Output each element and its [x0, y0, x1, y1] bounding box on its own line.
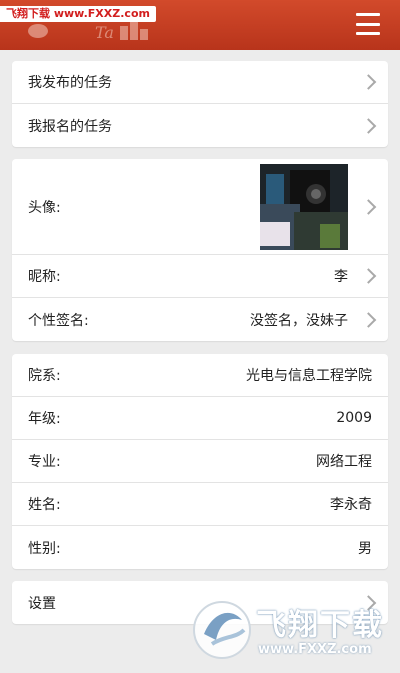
- item-label: 我报名的任务: [28, 118, 112, 135]
- item-label: 设置: [28, 595, 56, 612]
- item-label: 昵称:: [28, 269, 61, 285]
- major-value: 网络工程: [316, 454, 372, 470]
- item-label: 我发布的任务: [28, 75, 112, 91]
- item-label: 年级:: [28, 411, 61, 427]
- menu-icon-bar: [356, 32, 380, 35]
- major-row: 专业: 网络工程: [12, 440, 388, 483]
- grade-row: 年级: 2009: [12, 397, 388, 440]
- name-value: 李永奇: [330, 497, 372, 513]
- chevron-right-icon: [360, 74, 377, 90]
- grade-value: 2009: [336, 410, 372, 426]
- svg-text:Ta: Ta: [95, 23, 114, 42]
- signature-value: 没签名，没妹子: [250, 312, 348, 329]
- my-published-tasks-item[interactable]: 我发布的任务: [12, 61, 388, 104]
- chevron-right-icon: [360, 117, 377, 134]
- item-label: 头像:: [28, 199, 61, 216]
- nickname-item[interactable]: 昵称: 李: [12, 255, 388, 298]
- chevron-right-icon: [360, 268, 377, 284]
- avatar-item[interactable]: 头像:: [12, 159, 388, 255]
- name-row: 姓名: 李永奇: [12, 483, 388, 526]
- menu-icon-bar: [356, 13, 380, 16]
- info-card: 院系: 光电与信息工程学院 年级: 2009 专业: 网络工程 姓名: 李永奇 …: [12, 354, 388, 569]
- profile-card: 头像: 昵称: 李 个性签名: 没签名，没妹子: [12, 159, 388, 341]
- tasks-card: 我发布的任务 我报名的任务: [12, 61, 388, 147]
- watermark-brand: 飞翔下载: [256, 608, 384, 643]
- gender-row: 性别: 男: [12, 526, 388, 569]
- item-label: 个性签名:: [28, 312, 89, 329]
- header-logo-decoration: Ta: [28, 22, 148, 42]
- chevron-right-icon: [360, 311, 377, 328]
- department-row: 院系: 光电与信息工程学院: [12, 354, 388, 397]
- item-label: 性别:: [28, 540, 61, 557]
- gender-value: 男: [358, 540, 372, 557]
- my-signed-up-tasks-item[interactable]: 我报名的任务: [12, 104, 388, 147]
- watermark-url: www.FXXZ.com: [258, 642, 372, 657]
- site-watermark: 飞翔下载 www.FXXZ.com: [190, 590, 400, 669]
- app-header: 飞翔下载 www.FXXZ.com Ta: [0, 0, 400, 50]
- avatar: [260, 163, 348, 250]
- menu-icon-bar: [356, 22, 380, 26]
- item-label: 姓名:: [28, 497, 61, 513]
- menu-button[interactable]: [356, 13, 380, 35]
- nickname-value: 李: [334, 269, 348, 285]
- signature-item[interactable]: 个性签名: 没签名，没妹子: [12, 298, 388, 341]
- chevron-right-icon: [360, 198, 377, 215]
- item-label: 专业:: [28, 454, 61, 470]
- item-label: 院系:: [28, 368, 61, 384]
- department-value: 光电与信息工程学院: [246, 368, 372, 384]
